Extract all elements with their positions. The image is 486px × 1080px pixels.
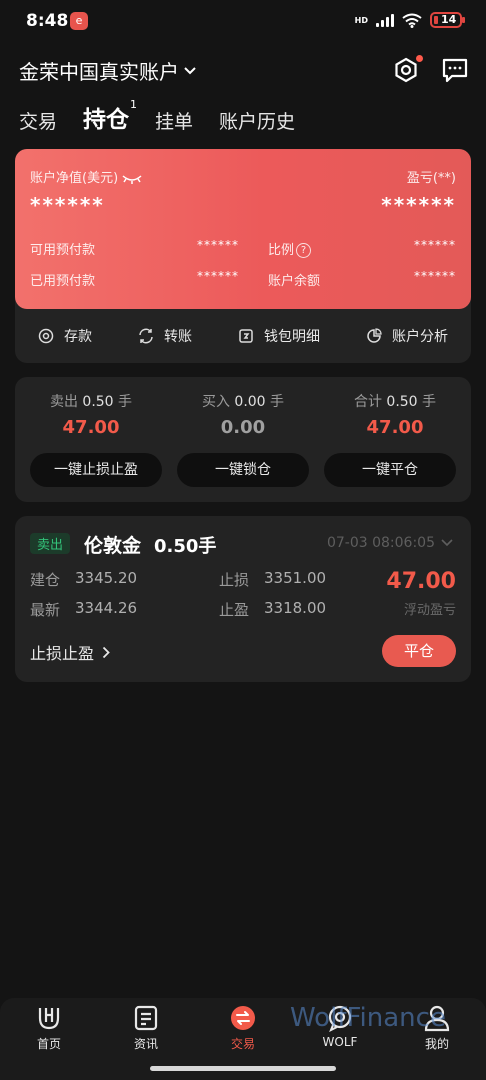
- position-card[interactable]: 卖出 伦敦金 0.50手 07-03 08:06:05 建仓 3345.20 止…: [15, 516, 471, 682]
- notification-dot: [416, 55, 423, 62]
- trade-icon: [231, 1006, 255, 1030]
- balance-label: 账户余额: [268, 274, 321, 289]
- total-summary: 合计 0.50 手 47.00: [330, 391, 460, 438]
- pnl-label: 盈亏(**): [406, 171, 456, 186]
- account-card: 账户净值(美元) 盈亏(**) ****** ****** 可用预付款 ****…: [15, 149, 471, 363]
- pie-chart-icon: [367, 328, 382, 343]
- free-margin-label: 可用预付款: [30, 243, 96, 258]
- latest-price-label: 最新: [30, 601, 61, 619]
- equity-label: 账户净值(美元): [30, 167, 142, 186]
- balance-value: ******: [414, 269, 456, 283]
- trade-tabs: 交易 持仓 1 挂单 账户历史: [19, 98, 295, 134]
- news-icon: [134, 1005, 158, 1031]
- help-icon[interactable]: ?: [296, 243, 312, 258]
- account-actions: 存款 转账 钱包明细 账户分析: [15, 309, 471, 363]
- take-profit-label: 止盈: [219, 601, 250, 619]
- stop-loss-label: 止损: [219, 571, 250, 589]
- close-position-button[interactable]: 平仓: [382, 635, 456, 667]
- nav-trade-label: 交易: [230, 1037, 255, 1051]
- account-summary-panel: 账户净值(美元) 盈亏(**) ****** ****** 可用预付款 ****…: [15, 149, 471, 309]
- chevron-down-icon: [184, 66, 196, 74]
- floating-pnl-label: 浮动盈亏: [403, 603, 456, 618]
- position-lots: 0.50手: [154, 536, 217, 557]
- open-price-value: 3345.20: [75, 569, 138, 587]
- one-click-close-all-button[interactable]: 一键平仓: [324, 453, 456, 487]
- deposit-button[interactable]: 存款: [38, 326, 92, 346]
- positions-summary: 卖出 0.50 手 47.00 买入 0.00 手 0.00 合计 0.50 手…: [15, 377, 471, 502]
- symbol-name: 伦敦金: [84, 535, 142, 557]
- settings-button[interactable]: [391, 55, 423, 85]
- stop-loss-value: 3351.00: [264, 569, 327, 587]
- sltp-link[interactable]: 止损止盈: [30, 640, 110, 664]
- network-hd-label: HD: [354, 15, 368, 25]
- used-margin-label: 已用预付款: [30, 274, 96, 289]
- home-indicator[interactable]: [150, 1066, 336, 1071]
- battery-level: 14: [441, 13, 457, 26]
- nav-home[interactable]: 首页: [14, 1004, 84, 1052]
- home-logo-icon: [38, 1008, 60, 1030]
- floating-pnl-value: 47.00: [386, 569, 456, 594]
- ratio-label: 比例?: [268, 239, 312, 258]
- nav-news[interactable]: 资讯: [111, 1004, 181, 1052]
- open-price-label: 建仓: [30, 571, 61, 589]
- transfer-button[interactable]: 转账: [138, 326, 192, 346]
- chevron-down-icon: [441, 539, 453, 547]
- pnl-value: ******: [381, 193, 456, 217]
- wifi-icon: [402, 13, 422, 28]
- tab-positions[interactable]: 持仓 1: [83, 98, 137, 134]
- status-indicators: HD 14: [354, 12, 465, 28]
- latest-price-value: 3344.26: [75, 599, 138, 617]
- tab-pending-orders[interactable]: 挂单: [155, 107, 193, 134]
- hide-eye-icon[interactable]: [122, 174, 142, 184]
- free-margin-value: ******: [197, 238, 239, 252]
- deposit-icon: [38, 328, 54, 344]
- notification-app-icon: e: [70, 12, 88, 30]
- position-timestamp[interactable]: 07-03 08:06:05: [327, 535, 453, 551]
- take-profit-value: 3318.00: [264, 599, 327, 617]
- side-badge: 卖出: [30, 533, 71, 554]
- account-switcher[interactable]: 金荣中国真实账户: [19, 56, 197, 85]
- positions-count-badge: 1: [130, 98, 138, 111]
- message-icon: [442, 58, 468, 83]
- one-click-sltp-button[interactable]: 一键止损止盈: [30, 453, 162, 487]
- nav-trade[interactable]: 交易: [208, 1004, 278, 1052]
- equity-value: ******: [30, 193, 105, 217]
- chevron-right-icon: [102, 646, 110, 658]
- status-time: 8:48: [26, 11, 69, 31]
- ratio-value: ******: [414, 238, 456, 252]
- transfer-label: 转账: [164, 329, 192, 345]
- wallet-details-button[interactable]: 钱包明细: [238, 326, 320, 346]
- one-click-lock-button[interactable]: 一键锁仓: [177, 453, 309, 487]
- nav-home-label: 首页: [36, 1037, 61, 1051]
- transfer-icon: [139, 328, 153, 344]
- watermark-logo: WolfFinance: [290, 1003, 446, 1033]
- sell-total-value: 47.00: [62, 417, 120, 438]
- buy-total-value: 0.00: [220, 417, 266, 438]
- nav-news-label: 资讯: [133, 1037, 158, 1051]
- status-bar: 8:48 e HD 14: [0, 0, 486, 44]
- tab-account-history[interactable]: 账户历史: [219, 107, 295, 134]
- wallet-details-label: 钱包明细: [264, 329, 320, 345]
- sltp-link-label: 止损止盈: [30, 644, 95, 663]
- account-title: 金荣中国真实账户: [19, 60, 179, 84]
- used-margin-value: ******: [197, 269, 239, 283]
- deposit-label: 存款: [64, 329, 92, 345]
- sell-summary: 卖出 0.50 手 47.00: [26, 391, 156, 438]
- total-value: 47.00: [366, 417, 424, 438]
- signal-icon: [376, 13, 394, 27]
- message-button[interactable]: [440, 55, 470, 85]
- wallet-icon: [239, 329, 253, 343]
- account-analysis-label: 账户分析: [392, 329, 448, 345]
- buy-summary: 买入 0.00 手 0.00: [178, 391, 308, 438]
- tab-trade[interactable]: 交易: [19, 107, 57, 134]
- account-analysis-button[interactable]: 账户分析: [366, 326, 448, 346]
- battery-icon: 14: [430, 12, 465, 28]
